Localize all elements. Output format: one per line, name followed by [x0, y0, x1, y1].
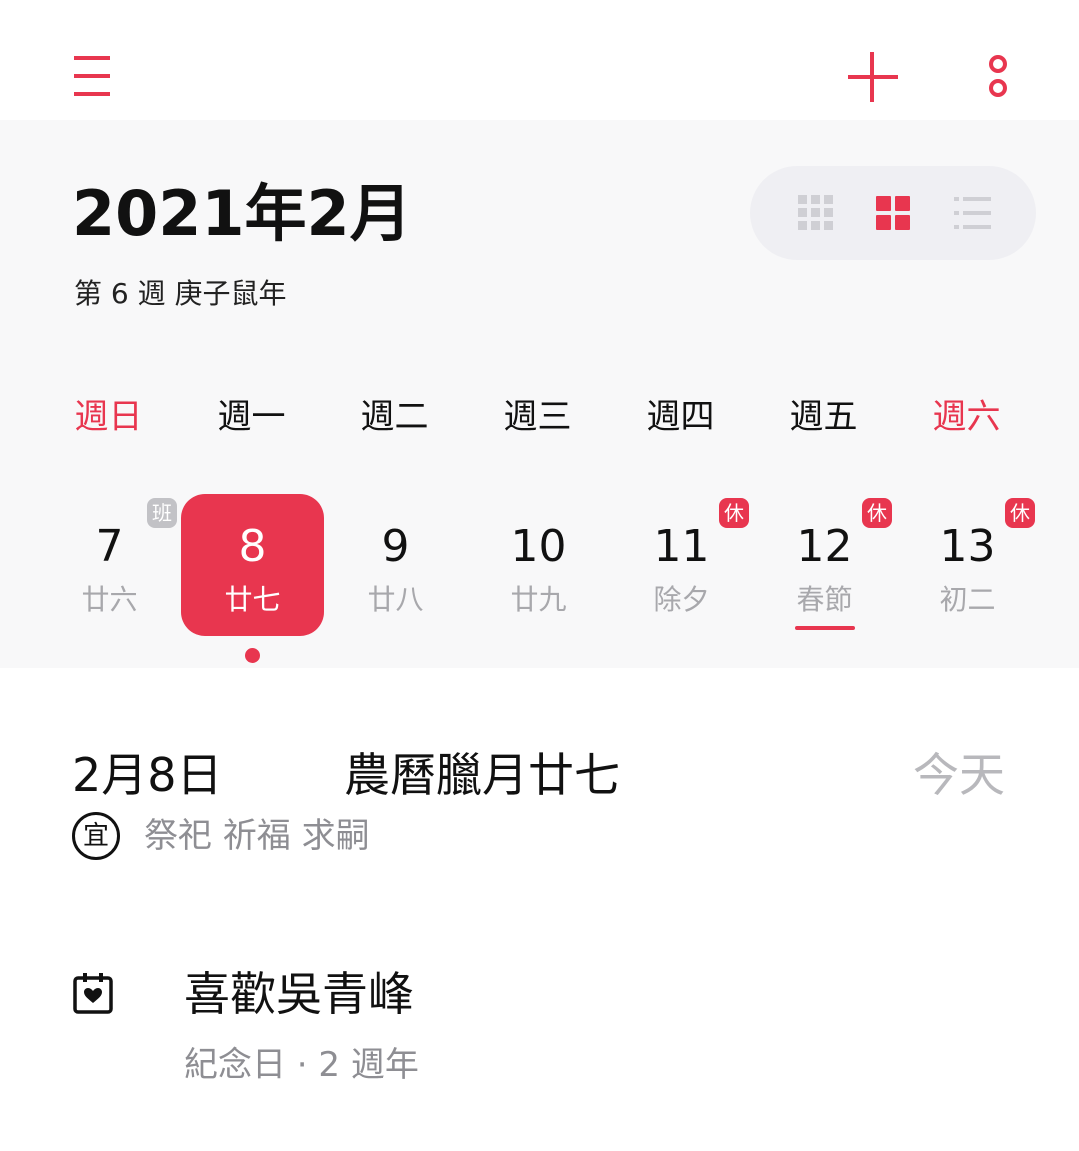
day-cell[interactable]: 7 廿六 班 — [38, 494, 181, 636]
day-lunar: 春節 — [796, 583, 853, 616]
selected-date: 2月8日 — [72, 748, 223, 802]
weekday-fri: 週五 — [789, 397, 858, 437]
month-grid-view-button[interactable] — [784, 181, 848, 245]
plus-icon — [848, 52, 898, 102]
today-button[interactable]: 今天 — [913, 740, 1005, 810]
day-lunar: 初二 — [939, 583, 996, 616]
page-title: 2021年2月 — [72, 177, 412, 250]
list-icon — [954, 197, 991, 229]
day-number: 9 — [381, 521, 410, 572]
weekday-wed: 週三 — [503, 397, 572, 437]
more-vertical-icon — [989, 55, 1007, 97]
holiday-badge: 休 — [719, 498, 749, 528]
day-lunar: 廿八 — [367, 583, 424, 616]
holiday-badge: 休 — [1005, 498, 1035, 528]
event-title: 喜歡吳青峰 — [184, 967, 414, 1021]
day-cell[interactable]: 9 廿八 — [324, 494, 467, 636]
week-subtitle: 第 6 週 庚子鼠年 — [74, 277, 287, 310]
add-event-button[interactable] — [840, 44, 904, 108]
more-options-button[interactable] — [968, 44, 1032, 108]
workday-badge: 班 — [147, 498, 177, 528]
week-view-button[interactable] — [861, 181, 925, 245]
grid-9-icon — [798, 195, 833, 230]
weekday-sat: 週六 — [932, 397, 1001, 437]
day-cell-selected[interactable]: 8 廿七 — [181, 494, 324, 636]
weekday-thu: 週四 — [646, 397, 715, 437]
event-indicator-dot — [245, 648, 260, 663]
day-cell[interactable]: 11 除夕 休 — [610, 494, 753, 636]
selected-lunar-date: 農曆臘月廿七 — [344, 748, 620, 802]
day-lunar: 除夕 — [653, 583, 710, 616]
list-view-button[interactable] — [940, 181, 1004, 245]
calendar-heart-icon — [70, 970, 116, 1016]
weekday-header: 週日 週一 週二 週三 週四 週五 週六 — [0, 392, 1079, 442]
day-number: 8 — [238, 521, 267, 572]
day-lunar: 廿七 — [224, 583, 281, 616]
week-days-row: 7 廿六 班 8 廿七 9 廿八 10 廿九 11 除夕 休 12 春節 休 1… — [0, 494, 1079, 664]
hamburger-menu-icon[interactable] — [60, 44, 124, 108]
day-number: 10 — [510, 521, 567, 572]
holiday-badge: 休 — [862, 498, 892, 528]
event-subtitle: 紀念日 · 2 週年 — [184, 1045, 419, 1085]
top-toolbar — [0, 0, 1079, 120]
day-cell[interactable]: 10 廿九 — [467, 494, 610, 636]
yi-icon: 宜 — [72, 812, 120, 860]
event-list-item[interactable]: 喜歡吳青峰 紀念日 · 2 週年 — [0, 960, 1079, 1100]
day-cell[interactable]: 12 春節 休 — [753, 494, 896, 636]
weekday-tue: 週二 — [360, 397, 429, 437]
weekday-mon: 週一 — [217, 397, 286, 437]
day-cell[interactable]: 13 初二 休 — [896, 494, 1039, 636]
day-lunar: 廿六 — [81, 583, 138, 616]
view-mode-switch — [750, 166, 1036, 260]
selected-date-row: 2月8日 農曆臘月廿七 今天 — [0, 740, 1079, 810]
almanac-items: 祭祀 祈福 求嗣 — [144, 816, 370, 856]
day-lunar: 廿九 — [510, 583, 567, 616]
weekday-sun: 週日 — [74, 397, 143, 437]
grid-4-icon — [876, 196, 910, 230]
festival-underline — [795, 626, 855, 630]
